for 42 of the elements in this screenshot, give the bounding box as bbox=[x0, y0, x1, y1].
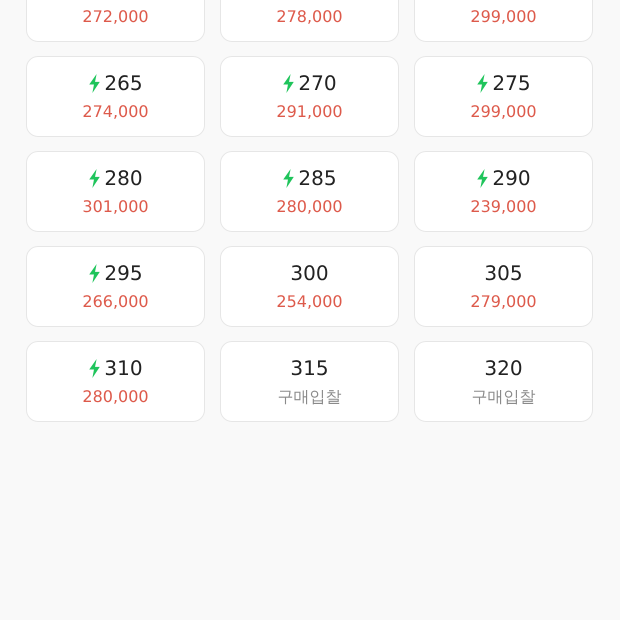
size-label: 280 bbox=[104, 165, 143, 191]
size-label: 315 bbox=[290, 355, 329, 381]
size-label: 295 bbox=[104, 260, 143, 286]
price-label: 239,000 bbox=[470, 196, 537, 218]
price-label: 291,000 bbox=[276, 101, 343, 123]
size-option[interactable]: 305 279,000 bbox=[414, 246, 593, 327]
size-label: 300 bbox=[290, 260, 329, 286]
size-option[interactable]: 278,000 bbox=[220, 0, 399, 42]
size-option[interactable]: 295 266,000 bbox=[26, 246, 205, 327]
price-label: 299,000 bbox=[470, 6, 537, 28]
size-option[interactable]: 272,000 bbox=[26, 0, 205, 42]
size-label: 320 bbox=[484, 355, 523, 381]
price-label: 254,000 bbox=[276, 291, 343, 313]
size-label: 290 bbox=[492, 165, 531, 191]
size-label: 305 bbox=[484, 260, 523, 286]
size-option[interactable]: 270 291,000 bbox=[220, 56, 399, 137]
size-label: 265 bbox=[104, 70, 143, 96]
price-label: 272,000 bbox=[82, 6, 149, 28]
size-label: 275 bbox=[492, 70, 531, 96]
size-option[interactable]: 285 280,000 bbox=[220, 151, 399, 232]
price-label: 구매입찰 bbox=[472, 386, 536, 408]
price-label: 301,000 bbox=[82, 196, 149, 218]
price-label: 274,000 bbox=[82, 101, 149, 123]
price-label: 280,000 bbox=[276, 196, 343, 218]
price-label: 구매입찰 bbox=[278, 386, 342, 408]
size-label: 310 bbox=[104, 355, 143, 381]
price-label: 279,000 bbox=[470, 291, 537, 313]
size-option[interactable]: 275 299,000 bbox=[414, 56, 593, 137]
size-option[interactable]: 315 구매입찰 bbox=[220, 341, 399, 422]
price-label: 299,000 bbox=[470, 101, 537, 123]
size-option[interactable]: 300 254,000 bbox=[220, 246, 399, 327]
price-label: 280,000 bbox=[82, 386, 149, 408]
size-option[interactable]: 310 280,000 bbox=[26, 341, 205, 422]
price-label: 266,000 bbox=[82, 291, 149, 313]
size-option[interactable]: 320 구매입찰 bbox=[414, 341, 593, 422]
size-option[interactable]: 280 301,000 bbox=[26, 151, 205, 232]
size-option[interactable]: 265 274,000 bbox=[26, 56, 205, 137]
size-option[interactable]: 290 239,000 bbox=[414, 151, 593, 232]
size-label: 285 bbox=[298, 165, 337, 191]
price-label: 278,000 bbox=[276, 6, 343, 28]
size-option[interactable]: 299,000 bbox=[414, 0, 593, 42]
size-label: 270 bbox=[298, 70, 337, 96]
